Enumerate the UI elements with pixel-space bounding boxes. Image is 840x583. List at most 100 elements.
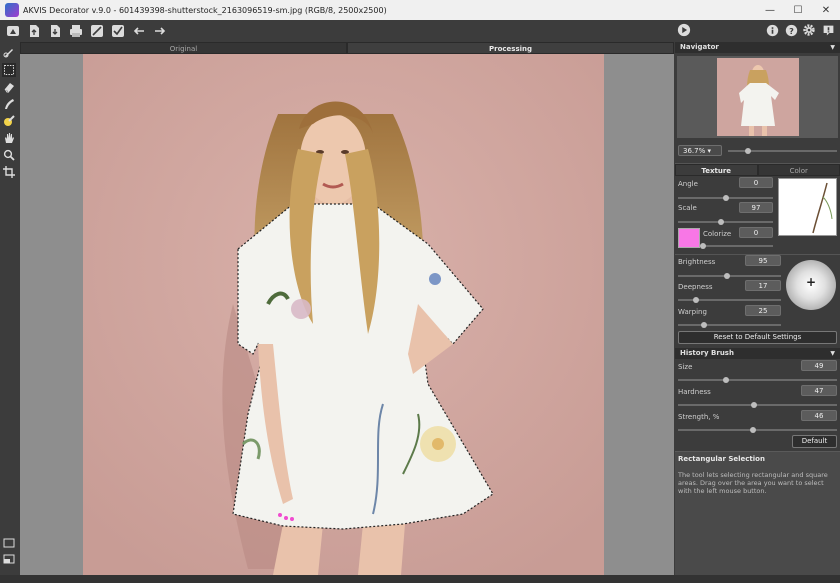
info-icon[interactable]	[764, 22, 780, 38]
hint-text: The tool lets selecting rectangular and …	[678, 471, 828, 495]
navigator-header[interactable]: Navigator ▼	[675, 42, 840, 53]
settings-check-icon[interactable]	[109, 22, 127, 40]
gear-icon[interactable]	[801, 22, 817, 38]
window-title: AKVIS Decorator v.9.0 - 601439398-shutte…	[23, 5, 387, 15]
print-icon[interactable]	[67, 22, 85, 40]
navigator-preview[interactable]	[677, 56, 838, 138]
colorize-label: Colorize	[703, 230, 732, 238]
tab-color[interactable]: Color	[757, 164, 840, 176]
hardness-value[interactable]: 47	[801, 385, 837, 396]
undo-arrow-icon[interactable]	[130, 22, 148, 40]
split-view-icon[interactable]	[2, 552, 16, 566]
warping-slider[interactable]	[678, 322, 781, 328]
status-bar	[0, 575, 840, 583]
crosshair-icon[interactable]: +	[806, 275, 816, 289]
default-button[interactable]: Default	[792, 435, 837, 448]
colorize-color-swatch[interactable]	[678, 228, 700, 248]
run-icon[interactable]	[676, 22, 692, 38]
history-brush-title: History Brush	[680, 349, 734, 357]
deepness-slider-handle[interactable]	[692, 297, 699, 303]
image-canvas[interactable]	[20, 54, 674, 575]
strength-label: Strength, %	[678, 413, 720, 421]
angle-slider[interactable]	[678, 195, 773, 201]
brightness-slider[interactable]	[678, 273, 781, 279]
angle-label: Angle	[678, 180, 698, 188]
strength-slider-handle[interactable]	[749, 427, 756, 433]
strength-value[interactable]: 46	[801, 410, 837, 421]
deepness-value[interactable]: 17	[745, 280, 781, 291]
scale-label: Scale	[678, 204, 697, 212]
redo-arrow-icon[interactable]	[151, 22, 169, 40]
tab-processing[interactable]: Processing	[347, 42, 674, 54]
save-file-icon[interactable]	[46, 22, 64, 40]
scale-value[interactable]: 97	[739, 202, 773, 213]
zoom-slider-handle[interactable]	[744, 148, 751, 154]
rectangular-selection-icon[interactable]	[2, 63, 16, 77]
brightness-slider-handle[interactable]	[724, 273, 731, 279]
chevron-down-icon[interactable]: ▼	[830, 42, 835, 53]
minimize-button[interactable]: —	[756, 0, 784, 20]
colorize-value[interactable]: 0	[739, 227, 773, 238]
colorize-slider[interactable]	[700, 243, 773, 249]
size-value[interactable]: 49	[801, 360, 837, 371]
size-slider[interactable]	[678, 377, 837, 383]
deepness-slider[interactable]	[678, 297, 781, 303]
tab-original[interactable]: Original	[20, 42, 347, 54]
texture-sample[interactable]	[778, 178, 837, 236]
zoom-icon[interactable]	[2, 148, 16, 162]
tab-texture[interactable]: Texture	[675, 164, 758, 176]
scale-slider[interactable]	[678, 219, 773, 225]
settings-panel: Navigator ▼ 36.7% ▾ Texture Color Angle …	[675, 42, 840, 575]
main-toolbar	[0, 20, 840, 42]
magic-tube-icon[interactable]	[2, 97, 16, 111]
angle-value[interactable]: 0	[739, 177, 773, 188]
single-view-icon[interactable]	[2, 536, 16, 550]
zoom-value: 36.7%	[683, 147, 706, 155]
close-button[interactable]: ✕	[812, 0, 840, 20]
warping-slider-handle[interactable]	[700, 322, 707, 328]
tools-panel	[0, 42, 18, 583]
hint-title: Rectangular Selection	[678, 455, 765, 463]
warping-value[interactable]: 25	[745, 305, 781, 316]
hardness-slider[interactable]	[678, 402, 837, 408]
scale-slider-handle[interactable]	[717, 219, 724, 225]
texture-color-tabs: Texture Color	[675, 163, 840, 176]
zoom-select[interactable]: 36.7% ▾	[678, 145, 722, 156]
hardness-label: Hardness	[678, 388, 711, 396]
maximize-button[interactable]: ☐	[784, 0, 812, 20]
angle-slider-handle[interactable]	[722, 195, 729, 201]
colorize-slider-handle[interactable]	[700, 243, 706, 249]
thumbnail-image	[739, 65, 779, 136]
model-photo-image	[83, 54, 604, 575]
apply-preset-icon[interactable]	[88, 22, 106, 40]
hint-panel: Rectangular Selection The tool lets sele…	[675, 451, 840, 575]
zoom-slider[interactable]	[728, 148, 837, 154]
deepness-label: Deepness	[678, 283, 713, 291]
help-icon[interactable]: ?	[783, 22, 799, 38]
notification-icon[interactable]	[820, 22, 836, 38]
crop-icon[interactable]	[2, 165, 16, 179]
hand-icon[interactable]	[2, 131, 16, 145]
reset-settings-button[interactable]: Reset to Default Settings	[678, 331, 837, 344]
view-tabs: Original Processing	[20, 42, 674, 54]
light-direction-control[interactable]: +	[786, 260, 836, 310]
history-brush-header[interactable]: History Brush ▼	[675, 348, 840, 359]
history-brush-icon[interactable]	[2, 114, 16, 128]
home-icon[interactable]	[4, 22, 22, 40]
navigator-title: Navigator	[680, 43, 719, 51]
selection-brush-icon[interactable]	[2, 45, 16, 59]
brightness-label: Brightness	[678, 258, 716, 266]
size-slider-handle[interactable]	[722, 377, 729, 383]
hardness-slider-handle[interactable]	[751, 402, 758, 408]
texture-sample-image	[812, 182, 833, 234]
app-logo-icon	[5, 3, 19, 17]
brightness-value[interactable]: 95	[745, 255, 781, 266]
navigator-thumbnail	[717, 58, 799, 136]
strength-slider[interactable]	[678, 427, 837, 433]
title-bar: AKVIS Decorator v.9.0 - 601439398-shutte…	[0, 0, 840, 20]
chevron-down-icon[interactable]: ▼	[830, 348, 835, 359]
photo-preview[interactable]	[83, 54, 604, 575]
eraser-icon[interactable]	[2, 80, 16, 94]
size-label: Size	[678, 363, 693, 371]
open-file-icon[interactable]	[25, 22, 43, 40]
